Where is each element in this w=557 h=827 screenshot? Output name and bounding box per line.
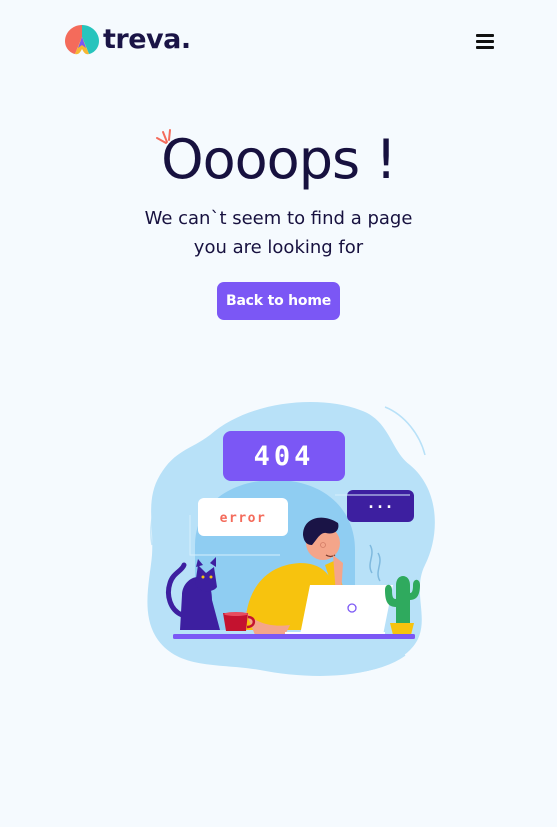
back-to-home-button[interactable]: Back to home xyxy=(217,282,340,320)
sparkle-icon xyxy=(156,129,172,144)
logo-mark-icon xyxy=(65,25,99,55)
page-title: Oooops ! xyxy=(161,128,397,191)
hamburger-menu-icon[interactable] xyxy=(476,34,494,50)
site-header: treva. xyxy=(0,0,557,84)
dots-label: ... xyxy=(366,494,393,512)
404-illustration-graphic: 404 error ... xyxy=(147,402,435,676)
desk xyxy=(173,634,415,639)
title-wrap: Oooops ! xyxy=(156,120,397,200)
error-label: error xyxy=(220,511,267,526)
error-hero: Oooops ! We can`t seem to find a page yo… xyxy=(0,120,557,320)
brand-logo[interactable]: treva. xyxy=(63,22,191,58)
brand-name: treva. xyxy=(103,24,191,55)
404-label: 404 xyxy=(254,441,315,472)
error-message: We can`t seem to find a page you are loo… xyxy=(144,208,413,258)
laptop xyxy=(300,585,393,635)
404-illustration: 404 error ... xyxy=(140,395,445,685)
